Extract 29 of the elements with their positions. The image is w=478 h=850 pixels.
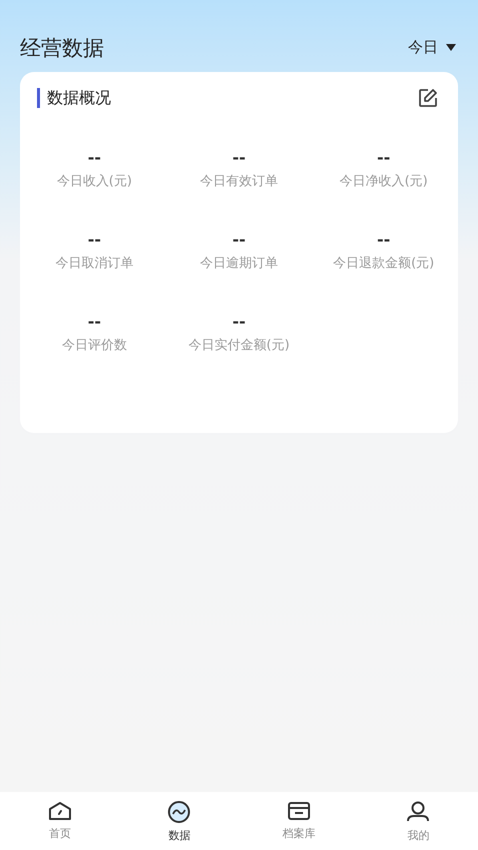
metric-value: -- (377, 148, 390, 168)
archive-box-icon (286, 801, 311, 821)
tab-item[interactable]: 我的 (358, 792, 478, 850)
metric-label: 今日取消订单 (55, 255, 134, 272)
metric-value: -- (232, 230, 246, 250)
home-icon (48, 801, 72, 821)
chart-icon (167, 801, 192, 823)
metric-label: 今日评价数 (62, 337, 127, 354)
metric-value: -- (377, 230, 390, 250)
period-dropdown[interactable]: 今日 (408, 38, 456, 57)
metric-label: 今日实付金额(元) (188, 337, 290, 354)
metric-label: 今日收入(元) (56, 173, 132, 190)
card-title: 数据概况 (37, 88, 111, 108)
tab-item[interactable]: 档案库 (239, 792, 358, 850)
user-icon (406, 801, 430, 823)
metric-value: -- (88, 148, 101, 168)
metric-label: 今日逾期订单 (200, 255, 278, 272)
page-title: 经营数据 (20, 34, 104, 62)
edit-icon[interactable] (418, 88, 438, 108)
metric-label: 今日退款金额(元) (333, 255, 434, 272)
tab-item[interactable]: 数据 (120, 792, 239, 850)
metric-value: -- (232, 148, 246, 168)
metric-label: 今日有效订单 (200, 173, 278, 190)
metric-value: -- (88, 312, 101, 332)
tab-item[interactable]: 首页 (0, 792, 120, 850)
caret-icon (446, 44, 456, 51)
metric-label: 今日净收入(元) (340, 173, 428, 190)
metric-value: -- (88, 230, 101, 250)
metric-value: -- (232, 312, 246, 332)
